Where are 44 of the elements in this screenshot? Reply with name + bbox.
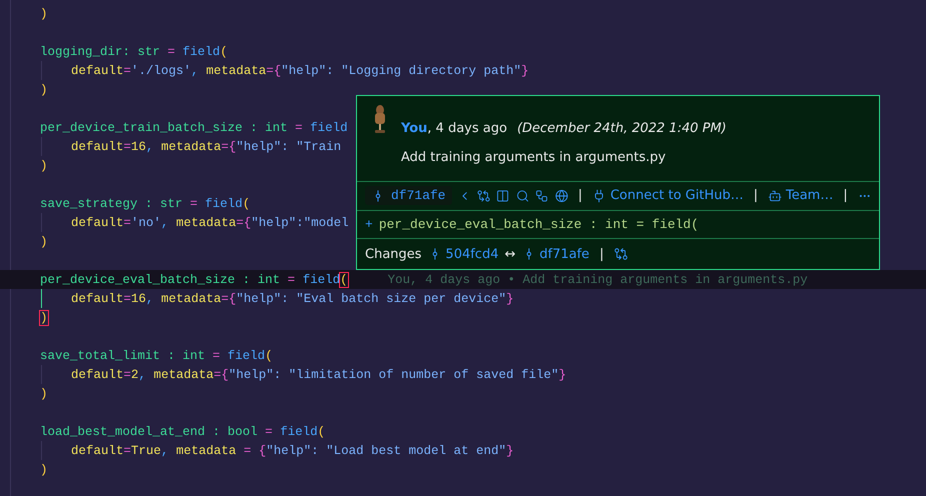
- code-line: default=16, metadata={"help": "Eval batch size per device"}: [71, 292, 514, 306]
- code-line: logging_dir: str = field(: [40, 44, 228, 58]
- split-view-icon[interactable]: [496, 188, 510, 203]
- commit-sha-button[interactable]: df71afe: [365, 186, 452, 206]
- code-line: ): [40, 386, 48, 400]
- code-line: ): [40, 6, 48, 20]
- code-line: save_total_limit : int = field(: [40, 348, 273, 362]
- blame-annotation: You, 4 days ago • Add training arguments in arguments.py: [388, 272, 808, 286]
- globe-icon[interactable]: [554, 188, 568, 203]
- code-line: per_device_train_batch_size : int = field: [40, 120, 348, 134]
- changes-label: Changes: [365, 246, 422, 262]
- code-line: save_strategy : str = field(: [40, 196, 250, 210]
- from-commit-link[interactable]: 504fcd4: [428, 246, 499, 262]
- diff-line: per_device_eval_batch_size : int = field(: [378, 217, 699, 232]
- connect-link[interactable]: Connect to GitHub…: [592, 188, 744, 204]
- commit-age: , 4 days ago: [427, 121, 508, 136]
- diff-sign: +: [365, 217, 373, 232]
- separator: |: [578, 188, 582, 204]
- code-line: ): [40, 158, 48, 172]
- team-link[interactable]: Team…: [768, 188, 834, 204]
- to-commit-link[interactable]: df71afe: [522, 246, 590, 262]
- separator: |: [753, 188, 758, 204]
- code-line: default='./logs', metadata={"help": "Logging directory path"}: [71, 64, 529, 78]
- separator: |: [843, 188, 848, 204]
- graph-icon[interactable]: [535, 188, 549, 203]
- code-line: ): [40, 82, 48, 96]
- commit-message: Add training arguments in arguments.py: [401, 150, 667, 165]
- commit-date: (December 24th, 2022 1:40 PM): [517, 121, 727, 136]
- code-line: ): [40, 310, 48, 324]
- arrow-glyph: ↔: [504, 246, 516, 262]
- code-line: load_best_model_at_end : bool = field(: [40, 424, 326, 438]
- code-line: default=True, metadata = {"help": "Load best model at end"}: [71, 444, 514, 458]
- author-name: You: [401, 121, 428, 136]
- robot-icon: [768, 188, 782, 203]
- search-icon[interactable]: [516, 188, 530, 203]
- code-line: ): [40, 462, 48, 476]
- code-line: default=2, metadata={"help": "limitation of number of saved file"}: [71, 368, 566, 382]
- separator: |: [599, 246, 604, 262]
- compare-icon[interactable]: [477, 188, 490, 203]
- compare-icon[interactable]: [614, 247, 628, 262]
- code-line: default='no', metadata={"help":"model: [71, 216, 349, 230]
- code-line: default=16, metadata={"help": "Train: [71, 140, 342, 154]
- code-line: ): [40, 234, 48, 248]
- code-line: per_device_eval_batch_size : int = field(: [40, 272, 348, 286]
